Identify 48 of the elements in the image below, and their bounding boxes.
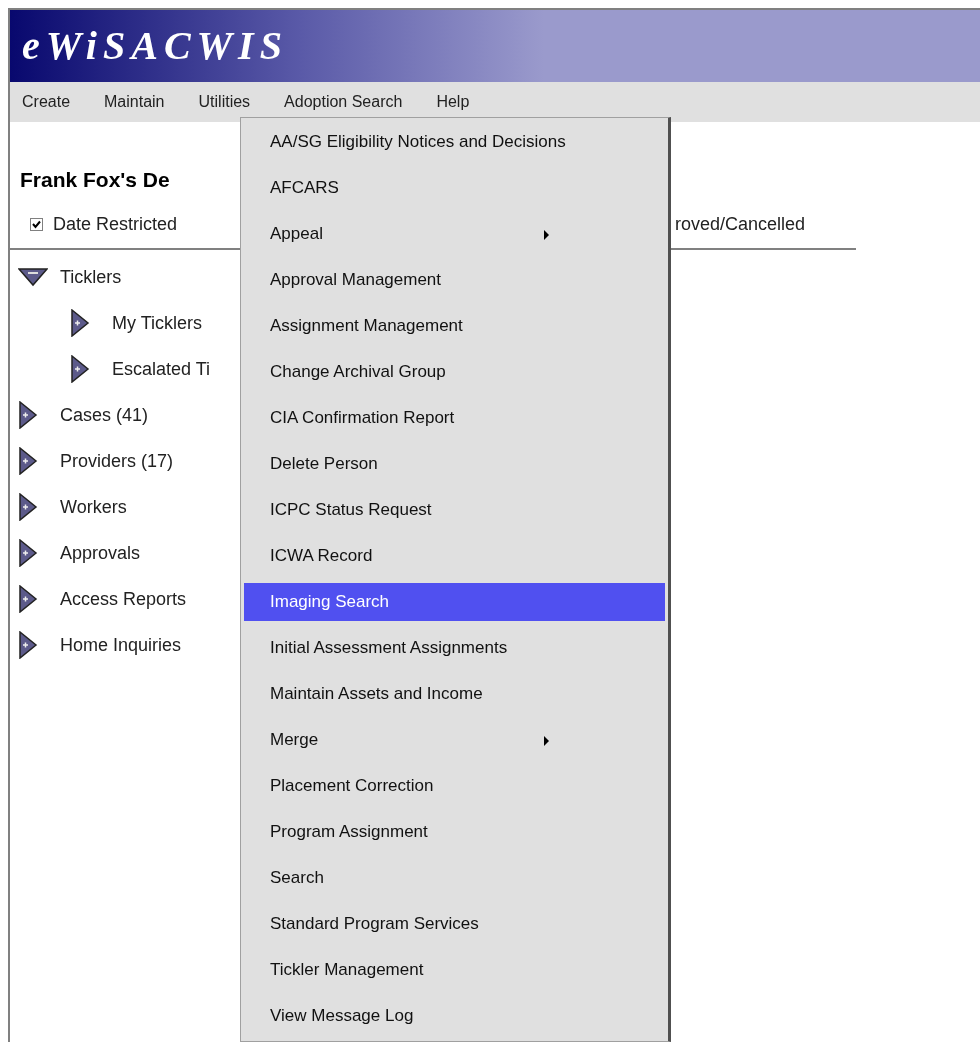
tree-item[interactable]: Ticklers [60, 263, 122, 291]
menu-bar-item[interactable]: Adoption Search [284, 90, 403, 114]
tree-item[interactable]: My Ticklers [112, 309, 202, 337]
menu-item[interactable]: CIA Confirmation Report [244, 399, 665, 437]
tree-item[interactable]: Approvals [60, 539, 141, 567]
expanded-triangle-icon[interactable] [18, 267, 48, 287]
tree-item[interactable]: Escalated Ti [112, 355, 211, 383]
collapsed-triangle-icon[interactable] [18, 447, 38, 475]
app-title: eWiSACWIS [22, 22, 288, 70]
tree-item[interactable]: Providers (17) [60, 447, 174, 475]
collapsed-triangle-icon[interactable] [70, 309, 90, 337]
menu-item[interactable]: View Message Log [244, 997, 665, 1035]
collapsed-triangle-icon[interactable] [18, 493, 38, 521]
collapsed-triangle-icon[interactable] [18, 401, 38, 429]
menu-item[interactable]: AFCARS [244, 169, 665, 207]
menu-item[interactable]: Maintain Assets and Income [244, 675, 665, 713]
menu-item[interactable]: Merge [244, 721, 665, 759]
page-heading: Frank Fox's De [20, 167, 170, 194]
menu-item[interactable]: Search [244, 859, 665, 897]
checkbox-label: Date Restricted [53, 212, 178, 236]
menu-item[interactable]: Appeal [244, 215, 665, 253]
menu-item[interactable]: Tickler Management [244, 951, 665, 989]
menu-item[interactable]: Assignment Management [244, 307, 665, 345]
collapsed-triangle-icon[interactable] [18, 585, 38, 613]
menu-bar-item[interactable]: Utilities [198, 90, 251, 114]
menu-item[interactable]: Change Archival Group [244, 353, 665, 391]
menu-bar-item[interactable]: Create [22, 90, 71, 114]
menu-bar-item[interactable]: Help [436, 90, 470, 114]
menu-item[interactable]: ICPC Status Request [244, 491, 665, 529]
checkbox[interactable] [30, 217, 43, 231]
menu-item[interactable]: Approval Management [244, 261, 665, 299]
filter-label: roved/Cancelled [675, 212, 806, 236]
collapsed-triangle-icon[interactable] [18, 539, 38, 567]
menu-item[interactable]: Placement Correction [244, 767, 665, 805]
menu-item[interactable]: AA/SG Eligibility Notices and Decisions [244, 123, 665, 161]
menu-item[interactable]: Delete Person [244, 445, 665, 483]
tree-item[interactable]: Access Reports [60, 585, 187, 613]
menu-item[interactable]: Initial Assessment Assignments [244, 629, 665, 667]
menu-item[interactable]: Standard Program Services [244, 905, 665, 943]
menu-bar-item[interactable]: Maintain [104, 90, 165, 114]
menu-item[interactable]: ICWA Record [244, 537, 665, 575]
tree-item[interactable]: Cases (41) [60, 401, 149, 429]
menu-item[interactable]: Imaging Search [244, 583, 665, 621]
collapsed-triangle-icon[interactable] [70, 355, 90, 383]
tree-item[interactable]: Home Inquiries [60, 631, 182, 659]
collapsed-triangle-icon[interactable] [18, 631, 38, 659]
tree-item[interactable]: Workers [60, 493, 127, 521]
menu-item[interactable]: Program Assignment [244, 813, 665, 851]
